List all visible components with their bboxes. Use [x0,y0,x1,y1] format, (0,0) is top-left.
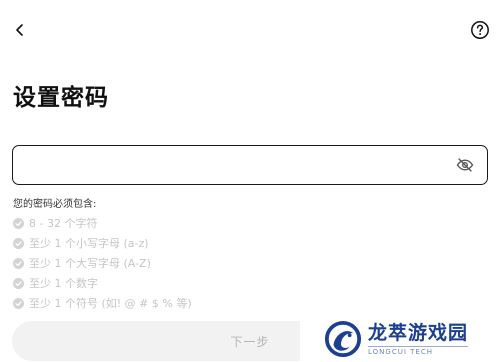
toggle-visibility-button[interactable] [455,156,475,174]
dragon-logo-icon [324,320,362,358]
help-button[interactable] [469,19,491,41]
watermark-text: 龙萃游戏园 LONGCUI TECH [368,322,469,356]
requirement-item: 至少 1 个小写字母 (a-z) [13,233,192,253]
eye-off-icon [456,158,474,172]
password-input[interactable] [23,152,443,178]
requirement-item: 至少 1 个大写字母 (A-Z) [13,253,192,273]
chevron-left-icon [16,24,23,36]
top-bar [0,0,500,60]
next-step-label: 下一步 [230,334,270,349]
requirement-label: 至少 1 个符号 (如! @ # $ % 等) [29,297,192,310]
requirement-label: 至少 1 个小写字母 (a-z) [29,237,149,250]
requirement-item: 至少 1 个符号 (如! @ # $ % 等) [13,293,192,313]
question-circle-icon [471,21,489,39]
requirements-title: 您的密码必须包含: [13,199,97,210]
requirement-label: 至少 1 个大写字母 (A-Z) [29,257,151,270]
page-title: 设置密码 [13,85,109,111]
check-circle-icon [13,297,24,309]
password-field[interactable] [12,145,488,185]
check-circle-icon [13,237,24,249]
watermark-title: 龙萃游戏园 [368,322,469,344]
requirement-item: 8 - 32 个字符 [13,213,192,233]
watermark-subtitle: LONGCUI TECH [368,346,469,356]
check-circle-icon [13,257,24,269]
check-circle-icon [13,277,24,289]
check-circle-icon [13,217,24,229]
requirements-list: 8 - 32 个字符 至少 1 个小写字母 (a-z) 至少 1 个大写字母 (… [13,213,192,313]
requirement-label: 至少 1 个数字 [29,277,98,290]
back-button[interactable] [9,19,31,41]
watermark: 龙萃游戏园 LONGCUI TECH [300,316,500,362]
requirement-label: 8 - 32 个字符 [29,217,98,230]
requirement-item: 至少 1 个数字 [13,273,192,293]
